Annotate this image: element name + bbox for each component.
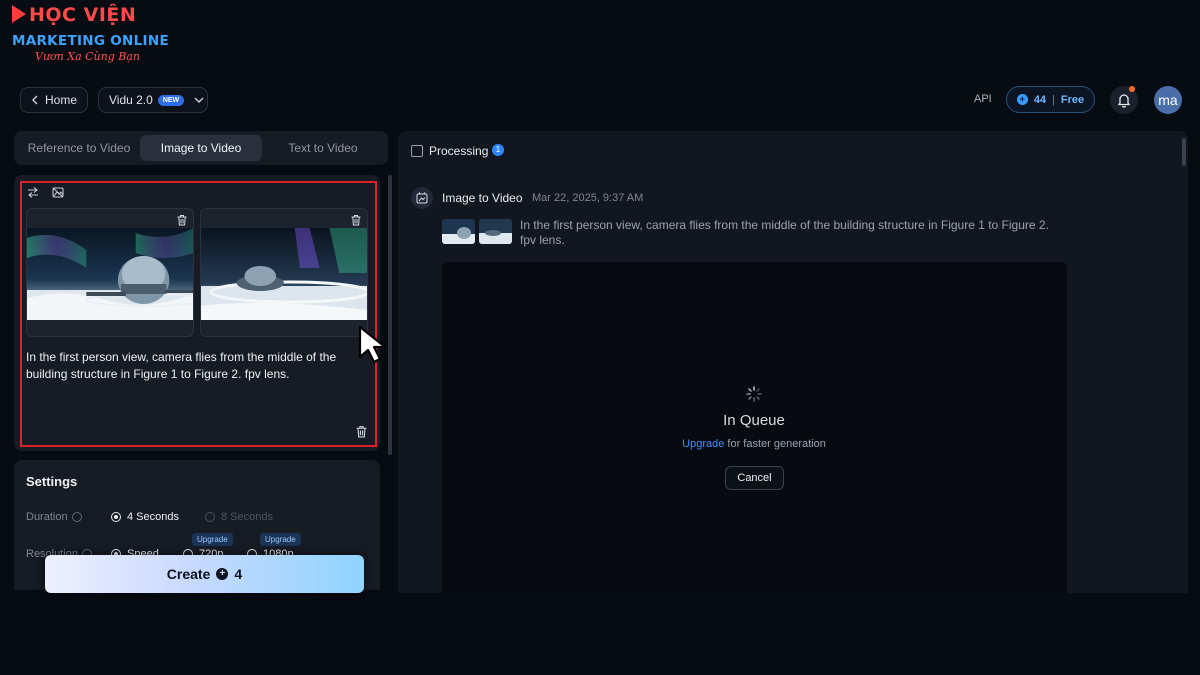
coin-icon: + [1016, 94, 1028, 105]
upgrade-badge-1080p[interactable]: Upgrade [260, 533, 301, 546]
logo-tagline: Vươn Xa Cùng Bạn [35, 50, 140, 63]
left-scrollbar[interactable] [388, 175, 392, 455]
reference-image-1[interactable] [26, 208, 194, 337]
spinner-icon [746, 386, 762, 402]
task-thumbnail-2[interactable] [479, 219, 512, 244]
chevron-down-icon [194, 97, 204, 103]
duration-label: Duration [26, 511, 82, 523]
home-label: Home [45, 93, 78, 107]
create-button[interactable]: Create + 4 [45, 555, 364, 593]
task-timestamp: Mar 22, 2025, 9:37 AM [532, 192, 644, 204]
processing-count-badge: 1 [492, 144, 504, 156]
notifications-button[interactable] [1110, 86, 1138, 114]
logo-middle: MARKETING ONLINE [12, 33, 169, 49]
prompt-input[interactable]: In the first person view, camera flies f… [26, 349, 361, 383]
model-selector[interactable]: Vidu 2.0 NEW [98, 87, 208, 113]
duration-4s-option[interactable]: 4 Seconds [111, 511, 179, 523]
select-all-checkbox[interactable] [411, 145, 423, 157]
create-label: Create [166, 566, 211, 582]
bell-icon [1117, 93, 1131, 108]
cancel-button[interactable]: Cancel [725, 466, 784, 490]
duration-8s-label: 8 Seconds [221, 511, 273, 523]
trash-icon[interactable] [350, 214, 362, 226]
duration-4s-label: 4 Seconds [127, 511, 179, 523]
image-edit-icon[interactable] [52, 187, 64, 198]
coin-icon: + [216, 568, 229, 580]
mode-tabs: Reference to Video Image to Video Text t… [14, 131, 388, 165]
queue-subtext: Upgrade for faster generation [600, 438, 908, 450]
upgrade-badge-720p[interactable]: Upgrade [192, 533, 233, 546]
upgrade-link[interactable]: Upgrade [682, 438, 724, 450]
settings-title: Settings [26, 474, 78, 489]
notification-dot [1129, 86, 1135, 92]
upgrade-suffix: for faster generation [724, 438, 826, 450]
space-station-image-1 [27, 228, 193, 320]
tab-image-to-video[interactable]: Image to Video [140, 135, 262, 161]
right-scrollbar[interactable] [1182, 138, 1186, 166]
logo-play-icon [12, 5, 26, 23]
tab-reference-to-video[interactable]: Reference to Video [18, 135, 140, 161]
logo-title-text: HỌC VIỆN [29, 4, 137, 26]
image-to-video-icon [416, 192, 428, 204]
trash-icon[interactable] [176, 214, 188, 226]
chevron-left-icon [32, 95, 38, 105]
duration-label-text: Duration [26, 511, 68, 523]
credits-separator: | [1052, 93, 1055, 106]
info-icon [71, 512, 82, 522]
create-cost: 4 [234, 566, 243, 582]
task-prompt: In the first person view, camera flies f… [520, 218, 1049, 247]
task-title: Image to Video [442, 191, 523, 205]
home-button[interactable]: Home [20, 87, 88, 113]
task-thumbnail-1[interactable] [442, 219, 475, 244]
reference-image-2[interactable] [200, 208, 368, 337]
credits-value: 44 [1033, 93, 1047, 106]
processing-label: Processing [429, 144, 489, 158]
cursor-icon [358, 325, 387, 364]
logo-title: HỌC VIỆN [12, 4, 136, 26]
api-link[interactable]: API [974, 93, 992, 105]
credits-plan: Free [1060, 93, 1085, 106]
avatar[interactable]: ma [1154, 86, 1182, 114]
task-icon [411, 187, 433, 209]
new-badge: NEW [157, 94, 185, 106]
model-label: Vidu 2.0 [109, 93, 153, 107]
credits-pill[interactable]: + 44 | Free [1006, 86, 1095, 113]
swap-icon[interactable] [27, 187, 39, 198]
space-station-image-2 [201, 228, 367, 320]
trash-icon[interactable] [355, 425, 368, 438]
duration-8s-radio[interactable] [205, 512, 215, 522]
queue-status: In Queue [723, 412, 785, 429]
tab-text-to-video[interactable]: Text to Video [262, 135, 384, 161]
duration-8s-option[interactable]: 8 Seconds [205, 511, 273, 523]
duration-4s-radio[interactable] [111, 512, 121, 522]
